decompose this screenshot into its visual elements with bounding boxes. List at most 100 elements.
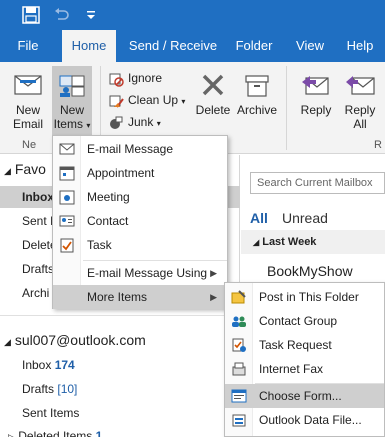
- ignore-icon: [109, 73, 124, 87]
- new-items-label-2: Items ▾: [52, 117, 92, 133]
- contact-card-icon: [59, 215, 75, 227]
- expand-icon: ▷: [8, 432, 15, 437]
- folder-inbox[interactable]: Inbox 174: [22, 358, 75, 372]
- tab-help[interactable]: Help: [340, 30, 380, 62]
- menu-item-appointment[interactable]: Appointment: [53, 161, 227, 185]
- ribbon-separator: [286, 66, 287, 150]
- contact-group-icon: [232, 316, 246, 327]
- reply-all-button[interactable]: Reply All: [340, 66, 380, 138]
- menu-item-email-message-using[interactable]: E-mail Message Using ▶: [53, 261, 227, 285]
- group-label: Last Week: [262, 236, 317, 248]
- folder-sent-favorite[interactable]: Sent I: [22, 214, 53, 228]
- junk-label: Junk: [128, 115, 154, 129]
- folder-archive-favorite[interactable]: Archi: [22, 286, 49, 300]
- post-icon: [231, 290, 246, 304]
- menu-item-label: E-mail Message: [87, 142, 174, 156]
- search-input[interactable]: Search Current Mailbox: [250, 172, 385, 194]
- tab-file[interactable]: File: [8, 30, 48, 62]
- menu-item-label: E-mail Message Using: [87, 266, 208, 280]
- menu-item-outlook-data-file[interactable]: Outlook Data File...: [225, 408, 384, 432]
- inbox-count: 174: [54, 358, 75, 372]
- task-icon: [60, 238, 74, 253]
- folder-drafts[interactable]: Drafts [10]: [22, 382, 77, 396]
- reply-all-icon: [346, 76, 375, 95]
- favorites-header[interactable]: ◢ Favo: [4, 161, 46, 177]
- drafts-label: Drafts: [22, 382, 55, 396]
- deleted-label: Deleted Items: [18, 429, 93, 437]
- folder-deleted-items[interactable]: ▷ Deleted Items 1: [8, 429, 102, 437]
- menu-item-label: Contact Group: [259, 314, 338, 328]
- account-header[interactable]: ◢ sul007@outlook.com: [4, 332, 146, 348]
- menu-item-choose-form[interactable]: Choose Form...: [225, 384, 384, 408]
- submenu-arrow-icon: ▶: [210, 268, 217, 278]
- tab-send-receive[interactable]: Send / Receive: [126, 30, 220, 62]
- folder-sent-items[interactable]: Sent Items: [22, 406, 79, 420]
- new-email-label-1: New: [15, 103, 40, 117]
- filter-all[interactable]: All: [250, 210, 268, 226]
- menu-item-task[interactable]: Task: [53, 233, 227, 257]
- menu-item-label: Contact: [87, 214, 129, 228]
- group-label-respond: R: [374, 139, 382, 151]
- delete-label: Delete: [195, 103, 231, 117]
- menu-item-label: Task: [87, 238, 112, 252]
- menu-item-label: Task Request: [259, 338, 332, 352]
- ignore-label: Ignore: [128, 71, 163, 85]
- chevron-down-icon: ▾: [156, 119, 161, 128]
- delete-icon: [202, 74, 224, 96]
- menu-item-label: Outlook Data File...: [259, 413, 362, 427]
- new-items-text: Items: [53, 117, 83, 131]
- fax-icon: [232, 362, 246, 376]
- filter-unread[interactable]: Unread: [282, 210, 328, 226]
- menu-item-label: Post in This Folder: [259, 290, 359, 304]
- menu-item-label: Meeting: [87, 190, 130, 204]
- collapse-icon: ◢: [4, 166, 11, 176]
- reply-button[interactable]: Reply: [294, 66, 338, 138]
- menu-item-label: Choose Form...: [259, 389, 342, 403]
- more-items-submenu: Post in This Folder Contact Group Task R…: [224, 282, 385, 437]
- title-bar: [0, 0, 385, 30]
- menu-item-post-in-folder[interactable]: Post in This Folder: [225, 285, 384, 309]
- message-sender[interactable]: BookMyShow: [267, 263, 353, 279]
- archive-button[interactable]: Archive: [234, 66, 280, 126]
- customize-quick-access-icon[interactable]: [82, 6, 100, 24]
- meeting-icon: [59, 190, 75, 205]
- clean-up-button[interactable]: Clean Up ▾: [108, 90, 185, 110]
- menu-item-more-items[interactable]: More Items ▶: [53, 285, 227, 309]
- tab-view[interactable]: View: [288, 30, 332, 62]
- menu-item-meeting[interactable]: Meeting: [53, 185, 227, 209]
- form-icon: [231, 389, 247, 403]
- menu-item-label: More Items: [87, 290, 148, 304]
- reply-icon: [302, 76, 329, 95]
- new-email-icon: [14, 75, 42, 95]
- menu-item-contact[interactable]: Contact: [53, 209, 227, 233]
- reply-label: Reply: [300, 103, 332, 117]
- favorites-label: Favo: [14, 161, 46, 177]
- reply-all-label-2: All: [353, 117, 367, 131]
- junk-button[interactable]: Junk ▾: [108, 112, 161, 132]
- new-items-button[interactable]: New Items ▾: [52, 66, 92, 138]
- clean-up-label: Clean Up: [128, 93, 179, 107]
- folder-drafts-favorite[interactable]: Drafts: [22, 262, 54, 276]
- menu-item-email-message[interactable]: E-mail Message: [53, 137, 227, 161]
- calendar-icon: [59, 166, 75, 181]
- tab-folder[interactable]: Folder: [228, 30, 280, 62]
- group-label-new: Ne: [22, 139, 37, 151]
- delete-button[interactable]: Delete: [194, 66, 232, 126]
- undo-icon[interactable]: [52, 6, 70, 24]
- deleted-count: 1: [95, 429, 103, 437]
- new-items-label-1: New: [59, 103, 84, 117]
- clean-up-icon: [109, 95, 124, 108]
- menu-item-internet-fax[interactable]: Internet Fax: [225, 357, 384, 381]
- ignore-button[interactable]: Ignore: [108, 68, 162, 88]
- email-icon: [59, 143, 75, 155]
- tab-home[interactable]: Home: [62, 30, 116, 62]
- collapse-icon: ◢: [4, 337, 11, 347]
- new-email-button[interactable]: New Email: [6, 66, 50, 138]
- group-header-last-week[interactable]: ◢ Last Week: [241, 230, 385, 254]
- save-icon[interactable]: [22, 6, 40, 24]
- chevron-down-icon: ▾: [86, 121, 91, 130]
- reply-all-label-1: Reply: [344, 103, 376, 117]
- ribbon-tabs: File Home Send / Receive Folder View Hel…: [0, 30, 385, 62]
- menu-item-task-request[interactable]: Task Request: [225, 333, 384, 357]
- menu-item-contact-group[interactable]: Contact Group: [225, 309, 384, 333]
